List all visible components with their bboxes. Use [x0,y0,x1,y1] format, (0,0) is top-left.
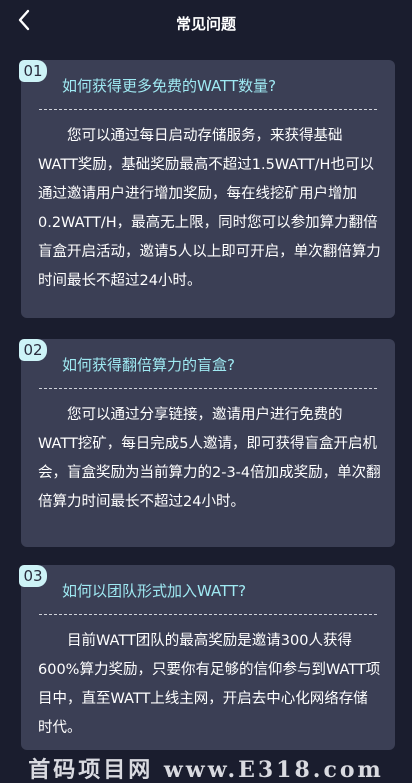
dashed-divider [39,109,377,110]
faq-card: 01 如何获得更多免费的WATT数量? 您可以通过每日启动存储服务，来获得基础W… [19,60,395,318]
faq-question: 如何获得更多免费的WATT数量? [62,77,277,95]
faq-answer: 目前WATT团队的最高奖励是邀请300人获得600%算力奖励，只要你有足够的信仰… [38,633,381,736]
faq-question: 如何以团队形式加入WATT? [62,582,247,600]
question-number-badge: 02 [19,339,47,361]
faq-question: 如何获得翻倍算力的盲盒? [62,356,235,374]
question-number-badge: 03 [19,565,47,587]
dashed-divider [39,614,377,615]
faq-card: 02 如何获得翻倍算力的盲盒? 您可以通过分享链接，邀请用户进行免费的WATT挖… [19,339,395,547]
dashed-divider [39,388,377,389]
faq-card: 03 如何以团队形式加入WATT? 目前WATT团队的最高奖励是邀请300人获得… [19,565,395,750]
page-title: 常见问题 [175,15,236,33]
watermark: 首码项目网 www.E318.com [28,757,384,783]
header: 常见问题 [0,0,412,48]
faq-answer: 您可以通过分享链接，邀请用户进行免费的WATT挖矿，每日完成5人邀请，即可获得盲… [38,407,381,510]
faq-page: 常见问题 01 如何获得更多免费的WATT数量? 您可以通过每日启动存储服务，来… [0,0,412,783]
faq-answer: 您可以通过每日启动存储服务，来获得基础WATT奖励，基础奖励最高不超过1.5WA… [38,128,381,289]
question-number-badge: 01 [19,60,47,82]
